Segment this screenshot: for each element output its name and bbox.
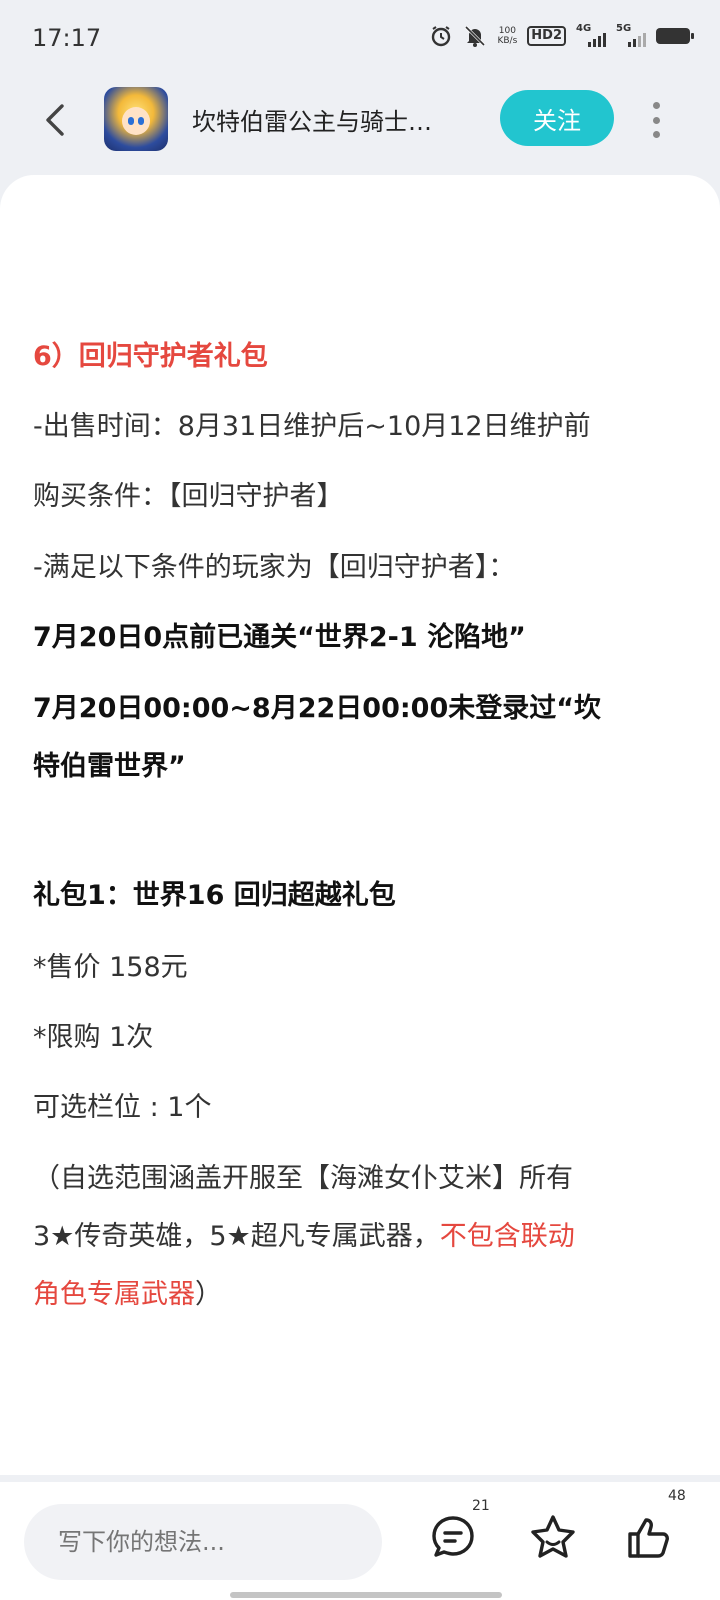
page-title[interactable]: 坎特伯雷公主与骑士…: [192, 102, 432, 137]
signal-bars: [628, 33, 646, 47]
avatar-eye: [128, 117, 134, 125]
avatar-eye: [138, 117, 144, 125]
article-card: 6）回归守护者礼包 -出售时间：8月31日维护后~10月12日维护前 购买条件：…: [0, 175, 720, 1475]
selection-range: （自选范围涵盖开服至【海滩女仆艾米】所有: [33, 1163, 573, 1194]
avatar-face: [122, 107, 150, 135]
signal-5g: 5G: [616, 23, 646, 47]
exclusion-note-cont: 角色专属武器: [33, 1279, 195, 1310]
pack-title: 礼包1：世界16 回归超越礼包: [33, 880, 396, 911]
battery-icon: [656, 28, 694, 44]
closing-paren: ）: [195, 1279, 222, 1310]
selection-text: 3★传奇英雄，5★超凡专属武器，: [33, 1221, 440, 1252]
signal-bars: [588, 33, 606, 47]
section-heading: 6）回归守护者礼包: [33, 341, 268, 372]
comment-input[interactable]: [24, 1504, 382, 1580]
condition-2: 7月20日00:00~8月22日00:00未登录过“坎: [33, 693, 601, 724]
purchase-condition: 购买条件：【回归守护者】: [33, 481, 344, 512]
follow-button[interactable]: 关注: [500, 90, 614, 146]
comment-icon[interactable]: [428, 1512, 478, 1562]
condition-intro: -满足以下条件的玩家为【回归守护者】：: [33, 552, 516, 583]
condition-1: 7月20日0点前已通关“世界2-1 沦陷地”: [33, 622, 526, 653]
status-bar: 17:17 100 KB/s HD2 4G 5G: [0, 0, 720, 80]
exclusion-note: 不包含联动: [439, 1221, 575, 1252]
back-arrow-icon[interactable]: [36, 100, 76, 140]
hd-badge: HD2: [527, 26, 566, 46]
thumbs-up-icon[interactable]: [624, 1512, 674, 1562]
selection-range-end: 角色专属武器）: [33, 1278, 222, 1312]
condition-2-cont: 特伯雷世界”: [33, 751, 186, 782]
status-time: 17:17: [32, 24, 102, 52]
alarm-icon: [432, 26, 451, 47]
sale-time: -出售时间：8月31日维护后~10月12日维护前: [33, 411, 591, 442]
like-count: 48: [668, 1488, 686, 1504]
slot-count: 可选栏位 : 1个: [33, 1092, 212, 1123]
net-speed-unit: KB/s: [497, 36, 518, 46]
app-avatar[interactable]: [104, 87, 168, 151]
home-indicator[interactable]: [230, 1592, 502, 1598]
bottom-action-bar: 21 48: [0, 1482, 720, 1600]
top-nav: 坎特伯雷公主与骑士… 关注: [0, 82, 720, 172]
purchase-limit: *限购 1次: [33, 1022, 154, 1053]
mute-bell-icon: [465, 25, 486, 47]
net-speed-value: 100: [498, 26, 516, 36]
selection-range-cont: 3★传奇英雄，5★超凡专属武器，不包含联动: [33, 1220, 575, 1254]
more-options-icon[interactable]: [646, 102, 666, 138]
signal-4g: 4G: [576, 23, 606, 47]
star-icon[interactable]: [528, 1512, 578, 1562]
net-speed: 100 KB/s: [497, 26, 517, 46]
status-icons: 100 KB/s HD2 4G 5G: [429, 23, 694, 48]
comment-count: 21: [472, 1498, 490, 1514]
price: *售价 158元: [33, 952, 188, 983]
